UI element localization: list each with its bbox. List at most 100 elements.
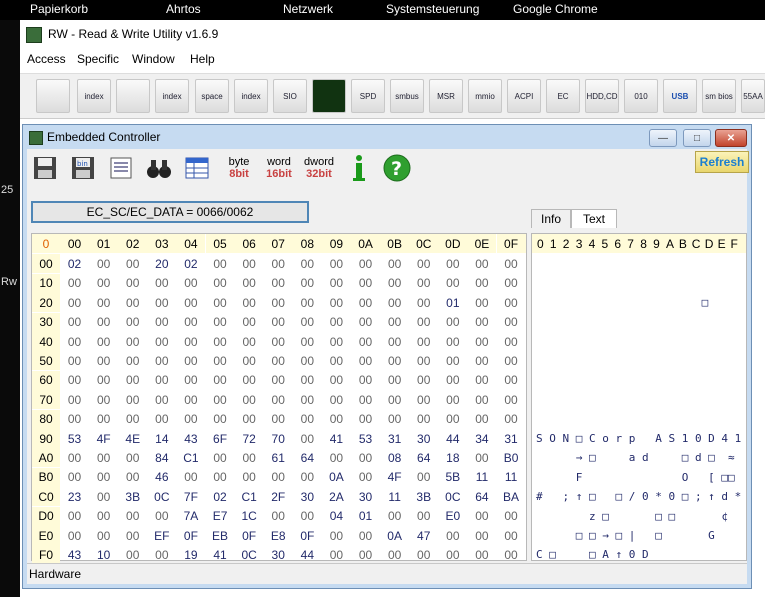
hex-cell[interactable]: 34 (467, 429, 496, 448)
hex-cell[interactable]: 00 (293, 371, 322, 390)
hex-cell[interactable]: 00 (118, 274, 147, 293)
hex-cell[interactable]: 00 (467, 332, 496, 351)
hex-cell[interactable]: 00 (409, 313, 438, 332)
hex-cell[interactable]: 31 (497, 429, 526, 448)
pci-index-icon[interactable]: index (77, 79, 111, 113)
hex-cell[interactable]: B0 (497, 448, 526, 467)
hex-cell[interactable]: 00 (409, 507, 438, 526)
hex-cell[interactable]: 00 (176, 351, 205, 370)
hex-cell[interactable]: 00 (264, 351, 293, 370)
hex-cell[interactable]: 7A (176, 507, 205, 526)
hex-cell[interactable]: 00 (89, 468, 118, 487)
hex-cell[interactable]: 0F (235, 526, 264, 545)
hex-cell[interactable]: EB (206, 526, 235, 545)
hex-cell[interactable]: 00 (89, 487, 118, 506)
hex-cell[interactable]: 01 (351, 507, 380, 526)
hex-cell[interactable]: 00 (322, 351, 351, 370)
hex-cell[interactable]: 00 (89, 371, 118, 390)
hex-cell[interactable]: 00 (351, 545, 380, 564)
hex-cell[interactable]: 00 (235, 313, 264, 332)
menu-window[interactable]: Window (132, 52, 175, 66)
hex-cell[interactable]: 00 (60, 448, 89, 467)
hex-cell[interactable]: 00 (176, 390, 205, 409)
desktop-icon-chrome[interactable]: Google Chrome (513, 2, 598, 16)
hex-cell[interactable]: 00 (235, 254, 264, 273)
hex-cell[interactable]: 00 (235, 293, 264, 312)
hex-cell[interactable]: 00 (497, 351, 526, 370)
hex-cell[interactable]: 00 (322, 313, 351, 332)
hex-cell[interactable]: 11 (467, 468, 496, 487)
hex-cell[interactable]: 00 (293, 507, 322, 526)
hex-cell[interactable]: 00 (409, 274, 438, 293)
hex-cell[interactable]: 00 (118, 526, 147, 545)
spd-icon[interactable]: SPD (351, 79, 385, 113)
hex-cell[interactable]: 30 (293, 487, 322, 506)
hex-cell[interactable]: 00 (322, 274, 351, 293)
hex-cell[interactable]: 02 (176, 254, 205, 273)
hex-cell[interactable]: 00 (322, 526, 351, 545)
hex-cell[interactable]: 00 (293, 468, 322, 487)
hex-cell[interactable]: 00 (497, 390, 526, 409)
hex-cell[interactable]: 00 (206, 293, 235, 312)
hex-cell[interactable]: 00 (438, 254, 467, 273)
hex-cell[interactable]: 00 (322, 448, 351, 467)
hex-cell[interactable]: 00 (497, 371, 526, 390)
hex-cell[interactable]: 23 (60, 487, 89, 506)
hex-cell[interactable]: 0A (380, 526, 409, 545)
hex-cell[interactable]: EF (147, 526, 176, 545)
hex-cell[interactable]: 00 (438, 332, 467, 351)
hex-cell[interactable]: 44 (293, 545, 322, 564)
hex-cell[interactable]: 00 (467, 254, 496, 273)
hex-cell[interactable]: 00 (206, 332, 235, 351)
hex-cell[interactable]: 00 (264, 274, 293, 293)
hex-cell[interactable]: 00 (467, 351, 496, 370)
hex-cell[interactable]: 2F (264, 487, 293, 506)
hex-cell[interactable]: 00 (438, 351, 467, 370)
hex-cell[interactable]: 0A (322, 468, 351, 487)
hex-cell[interactable]: 00 (409, 371, 438, 390)
hex-cell[interactable]: C1 (235, 487, 264, 506)
hex-cell[interactable]: 00 (147, 351, 176, 370)
hex-cell[interactable]: 84 (147, 448, 176, 467)
hex-cell[interactable]: C1 (176, 448, 205, 467)
hex-cell[interactable]: 18 (438, 448, 467, 467)
hex-cell[interactable]: 3B (118, 487, 147, 506)
hex-cell[interactable]: 46 (147, 468, 176, 487)
hex-cell[interactable]: 00 (264, 371, 293, 390)
hex-cell[interactable]: 00 (264, 293, 293, 312)
hex-cell[interactable]: 00 (206, 410, 235, 429)
ec-icon[interactable]: EC (546, 79, 580, 113)
hex-cell[interactable]: 00 (438, 545, 467, 564)
hex-cell[interactable]: 00 (380, 293, 409, 312)
hex-cell[interactable]: 30 (264, 545, 293, 564)
acpi-icon[interactable]: ACPI (507, 79, 541, 113)
hex-cell[interactable]: 00 (206, 371, 235, 390)
hex-cell[interactable]: 4F (89, 429, 118, 448)
hex-cell[interactable]: 44 (438, 429, 467, 448)
hex-cell[interactable]: 00 (351, 468, 380, 487)
hex-cell[interactable]: 00 (176, 332, 205, 351)
hex-cell[interactable]: 00 (264, 390, 293, 409)
hex-cell[interactable]: 00 (176, 410, 205, 429)
save-bin-icon[interactable]: bin (67, 152, 99, 184)
hex-cell[interactable]: 00 (176, 313, 205, 332)
hex-cell[interactable]: 02 (60, 254, 89, 273)
hex-cell[interactable]: 00 (322, 371, 351, 390)
hex-cell[interactable]: 00 (206, 468, 235, 487)
hex-cell[interactable]: 30 (351, 487, 380, 506)
hex-cell[interactable]: 00 (176, 293, 205, 312)
hex-cell[interactable]: 53 (351, 429, 380, 448)
hex-cell[interactable]: 00 (264, 332, 293, 351)
load-file-icon[interactable] (105, 152, 137, 184)
hex-cell[interactable]: 70 (264, 429, 293, 448)
io-index-icon[interactable]: index (234, 79, 268, 113)
hex-cell[interactable]: 00 (206, 390, 235, 409)
hex-cell[interactable]: 00 (293, 390, 322, 409)
hex-cell[interactable]: 00 (409, 351, 438, 370)
hex-cell[interactable]: 00 (438, 390, 467, 409)
hex-cell[interactable]: 1C (235, 507, 264, 526)
hex-cell[interactable]: 00 (351, 254, 380, 273)
hex-cell[interactable]: 00 (467, 371, 496, 390)
hex-cell[interactable]: 00 (293, 429, 322, 448)
hex-cell[interactable]: 61 (264, 448, 293, 467)
